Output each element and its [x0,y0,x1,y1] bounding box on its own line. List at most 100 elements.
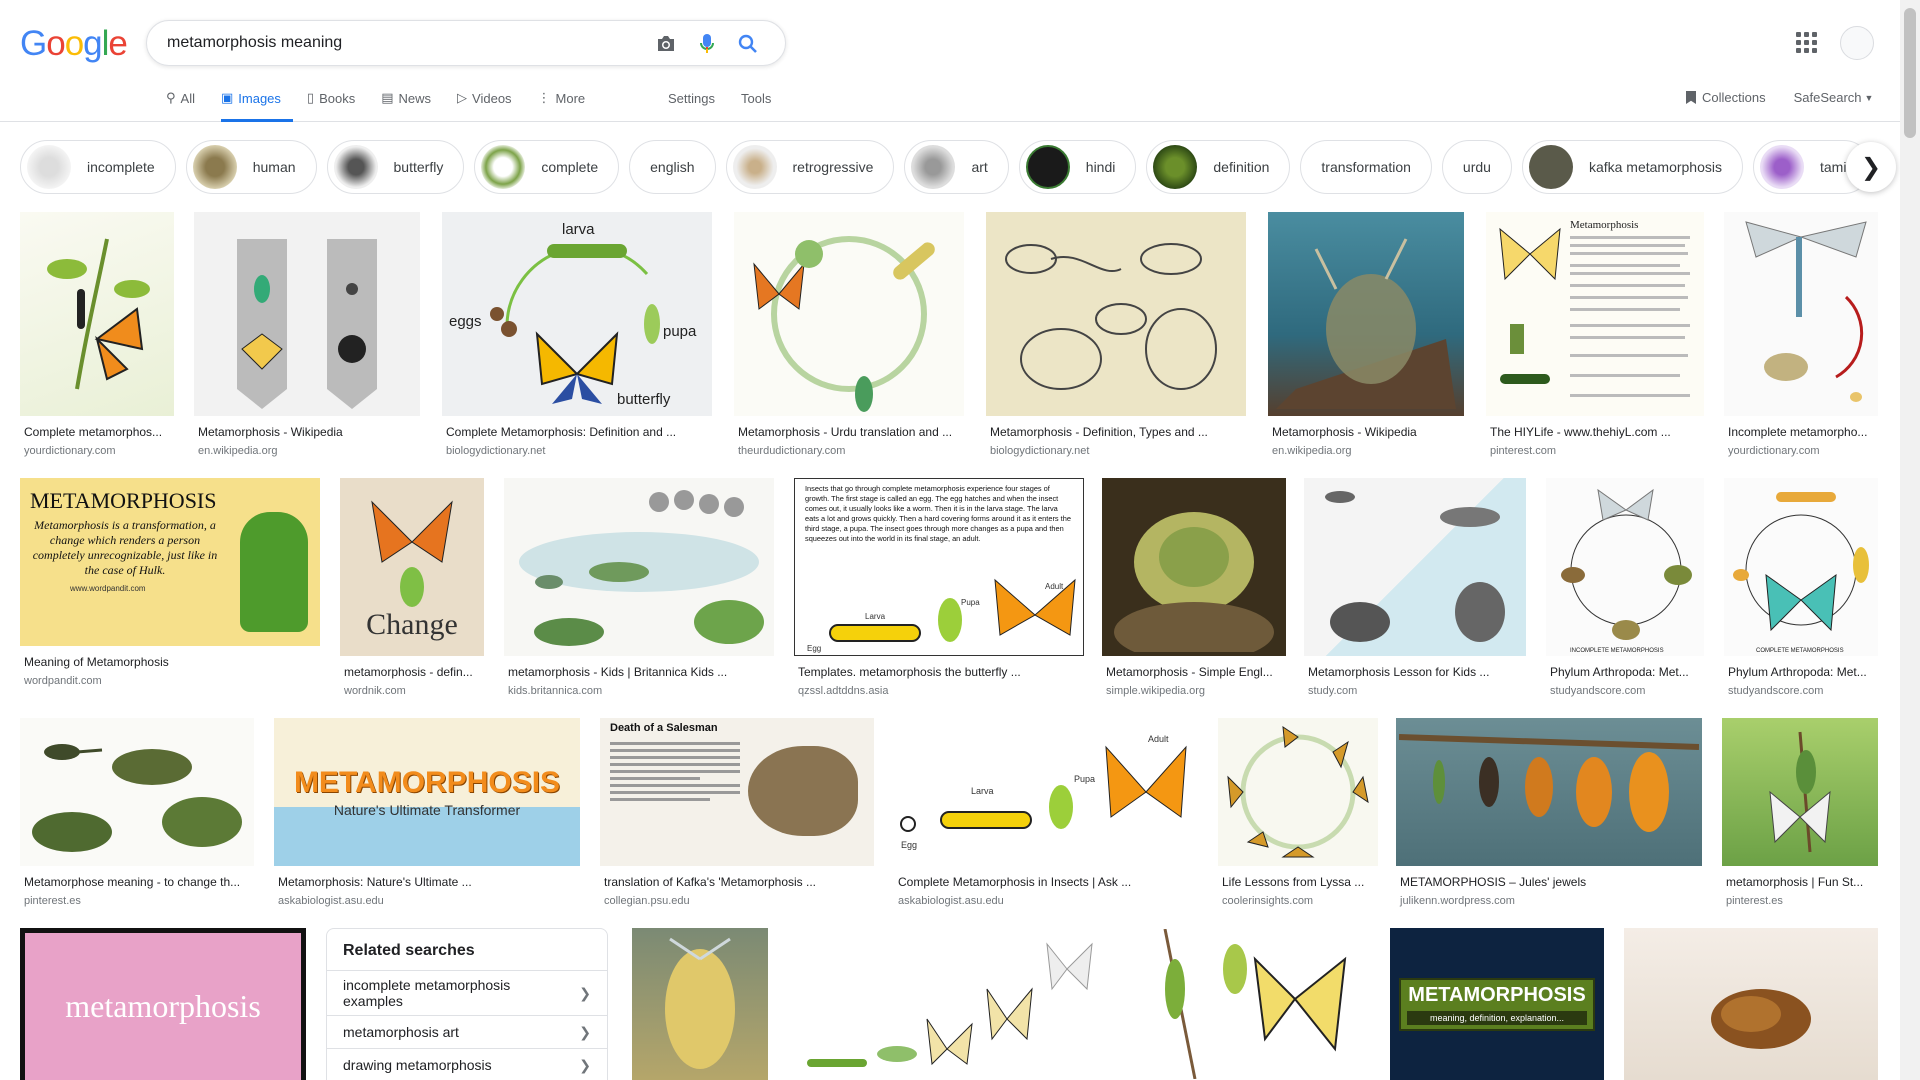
image-text: Insects that go through complete metamor… [805,484,1071,543]
chip-incomplete[interactable]: incomplete [20,140,176,194]
chip-complete[interactable]: complete [474,140,620,194]
chip-english[interactable]: english [629,140,716,194]
image-result[interactable]: COMPLETE METAMORPHOSIS Phylum Arthropoda… [1724,478,1878,697]
result-thumbnail: Metamorphosis [1486,212,1704,416]
image-result[interactable]: Death of a Salesman translation of Kafka… [600,718,874,907]
image-result[interactable]: INCOMPLETE METAMORPHOSIS Phylum Arthropo… [1546,478,1704,697]
diagram-label: INCOMPLETE METAMORPHOSIS [1570,648,1664,654]
image-result[interactable]: Complete metamorphos... yourdictionary.c… [20,212,174,457]
chip-thumbnail [27,145,71,189]
microphone-icon[interactable] [694,31,720,57]
result-source: yourdictionary.com [1728,445,1820,457]
image-result[interactable]: Metamorphosis - Wikipedia en.wikipedia.o… [194,212,420,457]
scrollbar-thumb[interactable] [1904,8,1916,138]
chevron-right-icon[interactable]: ❯ [1846,142,1896,192]
result-thumbnail: COMPLETE METAMORPHOSIS [1724,478,1878,656]
image-result[interactable] [1624,928,1878,1080]
result-source: pinterest.com [1490,445,1557,457]
chip-thumbnail [732,145,777,189]
result-source: theurdudictionary.com [738,445,846,457]
tab-news[interactable]: ▤ News [381,86,443,122]
related-search-item[interactable]: metamorphosis art ❯ [327,1016,607,1049]
diagram-label: eggs [449,313,482,330]
chip-art[interactable]: art [904,140,1009,194]
image-result[interactable]: METAMORPHOSIS meaning, definition, expla… [1390,928,1604,1080]
image-title: METAMORPHOSIS [293,766,561,799]
image-result[interactable]: Change metamorphosis - defin... wordnik.… [340,478,484,697]
related-search-item[interactable]: incomplete metamorphosis examples ❯ [327,971,607,1016]
image-result[interactable]: Egg Larva Pupa Adult Complete Metamorpho… [894,718,1198,907]
diagram-label: Larva [971,786,994,796]
image-result[interactable] [794,928,1110,1080]
result-caption: Meaning of Metamorphosis [24,655,169,669]
image-result[interactable]: Metamorphosis Lesson for Kids ... study.… [1304,478,1526,697]
tab-books[interactable]: ▯ Books [307,86,367,122]
result-caption: METAMORPHOSIS – Jules' jewels [1400,875,1587,889]
chip-thumbnail [1760,145,1804,189]
image-result[interactable]: Metamorphosis - Simple Engl... simple.wi… [1102,478,1286,697]
result-source: simple.wikipedia.org [1106,685,1206,697]
result-caption: Metamorphosis - Wikipedia [1272,425,1417,439]
result-thumbnail [194,212,420,416]
image-result[interactable]: METAMORPHOSIS – Jules' jewels julikenn.w… [1396,718,1702,907]
google-logo[interactable]: Google [20,24,128,64]
caret-down-icon: ▼ [1864,92,1874,103]
image-result[interactable]: metamorphosis [20,928,306,1080]
diagram-label: pupa [663,323,697,340]
result-thumbnail [1396,718,1702,866]
image-result[interactable]: Life Lessons from Lyssa ... coolerinsigh… [1218,718,1378,907]
image-title: Change [366,608,458,641]
image-result[interactable] [632,928,768,1080]
result-source: biologydictionary.net [990,445,1090,457]
image-title: METAMORPHOSIS [30,488,217,513]
search-input[interactable] [167,32,627,54]
image-result[interactable]: Metamorphosis - Urdu translation and ...… [734,212,964,457]
result-caption: The HIYLife - www.thehiyL.com ... [1490,425,1671,439]
image-result[interactable]: larva eggs pupa butterfly Complete Metam… [442,212,712,457]
image-result[interactable]: metamorphosis | Fun St... pinterest.es [1722,718,1878,907]
image-result[interactable]: metamorphosis - Kids | Britannica Kids .… [504,478,774,697]
tab-all[interactable]: ⚲ All [166,86,207,122]
chip-human[interactable]: human [185,140,317,194]
chip-transformation[interactable]: transformation [1300,140,1432,194]
tab-more[interactable]: ⋮ More [538,86,598,122]
result-thumbnail [1624,928,1878,1080]
chip-butterfly[interactable]: butterfly [326,140,465,194]
chip-definition[interactable]: definition [1146,140,1291,194]
result-caption: metamorphosis - defin... [344,665,473,679]
result-thumbnail [1102,478,1286,656]
chip-kafka-metamorphosis[interactable]: kafka metamorphosis [1521,140,1743,194]
chip-hindi[interactable]: hindi [1018,140,1137,194]
collections-link[interactable]: Collections [1686,90,1766,105]
diagram-label: Adult [1045,582,1064,591]
search-icon[interactable] [735,31,761,57]
image-result[interactable]: Incomplete metamorpho... yourdictionary.… [1724,212,1878,457]
chip-retrogressive[interactable]: retrogressive [725,140,895,194]
image-result[interactable]: Metamorphosis The HIYLife - www.thehiyL.… [1486,212,1704,457]
safesearch-dropdown[interactable]: SafeSearch ▼ [1794,90,1874,105]
settings-link[interactable]: Settings [668,91,715,106]
result-source: coolerinsights.com [1222,895,1314,907]
diagram-label: Egg [901,840,917,850]
image-result[interactable]: Metamorphose meaning - to change th... p… [20,718,254,907]
chip-urdu[interactable]: urdu [1441,140,1512,194]
image-result[interactable]: METAMORPHOSIS Metamorphosis is a transfo… [20,478,320,687]
chip-thumbnail [1025,145,1070,189]
tab-videos[interactable]: ▷ Videos [457,86,524,122]
tools-link[interactable]: Tools [741,91,771,106]
apps-grid-icon[interactable] [1794,30,1818,54]
result-thumbnail [504,478,774,656]
avatar[interactable] [1840,26,1874,60]
result-caption: metamorphosis - Kids | Britannica Kids .… [508,665,728,679]
camera-icon[interactable] [653,31,679,57]
scrollbar[interactable] [1900,0,1920,1080]
image-result[interactable]: Metamorphosis - Wikipedia en.wikipedia.o… [1268,212,1464,457]
image-result[interactable]: Metamorphosis - Definition, Types and ..… [986,212,1246,457]
tab-images[interactable]: ▣ Images [220,86,293,122]
image-text: Metamorphosis is a transformation, a cha… [32,518,218,577]
related-search-item[interactable]: drawing metamorphosis ❯ [327,1049,607,1080]
image-result[interactable]: Insects that go through complete metamor… [794,478,1084,697]
image-result[interactable]: METAMORPHOSIS Nature's Ultimate Transfor… [274,718,580,907]
image-title: Metamorphosis [1570,219,1638,231]
image-result[interactable] [1130,928,1370,1080]
